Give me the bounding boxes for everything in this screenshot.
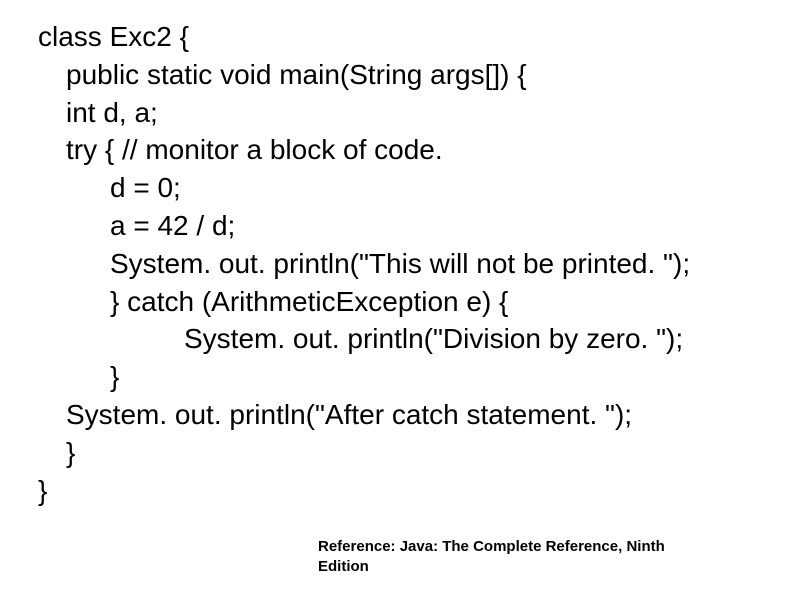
code-line-4: try { // monitor a block of code. [38, 131, 690, 169]
reference-citation: Reference: Java: The Complete Reference,… [318, 537, 665, 578]
code-line-8: } catch (ArithmeticException e) { [38, 283, 690, 321]
code-line-13: } [38, 472, 690, 510]
code-line-6: a = 42 / d; [38, 207, 690, 245]
code-line-3: int d, a; [38, 94, 690, 132]
code-line-12: } [38, 434, 690, 472]
code-line-1: class Exc2 { [38, 18, 690, 56]
reference-text-line2: Edition [318, 558, 369, 575]
code-line-11: System. out. println("After catch statem… [38, 396, 690, 434]
reference-text-line1: Reference: Java: The Complete Reference,… [318, 538, 665, 555]
code-block: class Exc2 { public static void main(Str… [38, 18, 690, 509]
code-line-2: public static void main(String args[]) { [38, 56, 690, 94]
code-line-5: d = 0; [38, 169, 690, 207]
code-line-9: System. out. println("Division by zero. … [38, 320, 690, 358]
code-line-10: } [38, 358, 690, 396]
code-line-7: System. out. println("This will not be p… [38, 245, 690, 283]
